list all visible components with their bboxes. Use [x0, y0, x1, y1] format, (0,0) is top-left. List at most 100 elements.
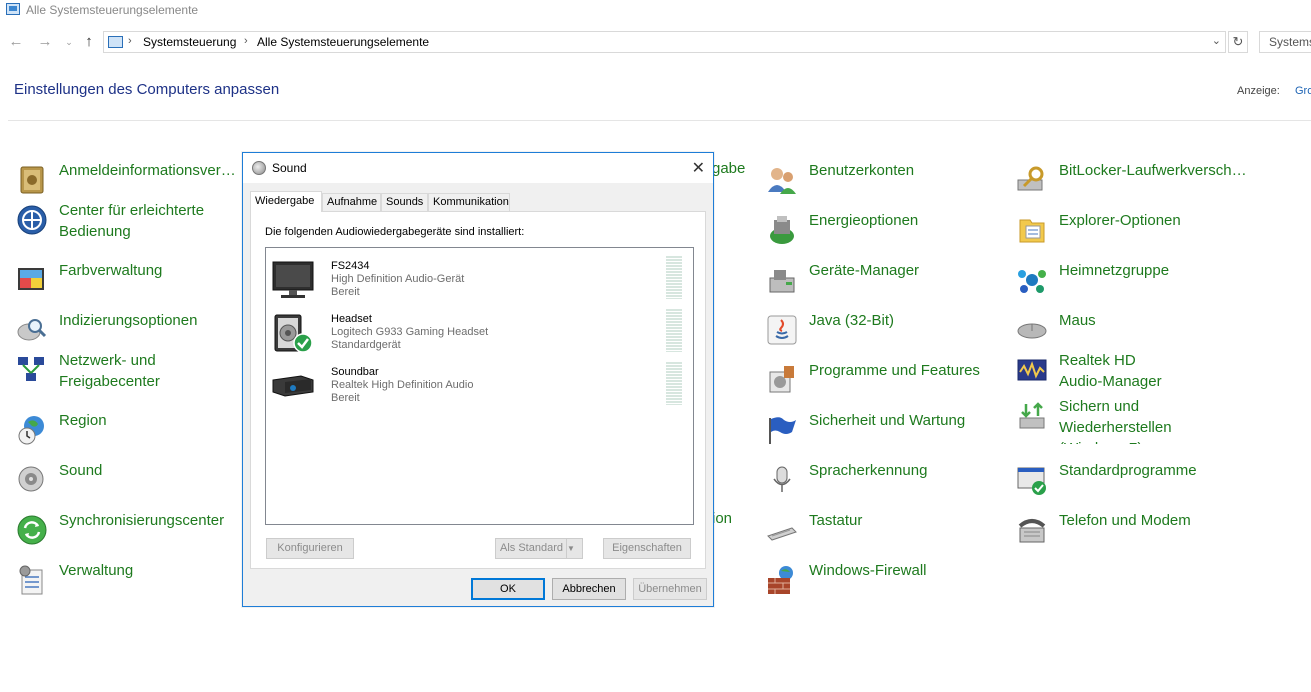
search-input[interactable]: Systems: [1259, 31, 1311, 53]
navigation-bar: ← → ⌄ ↑ › Systemsteuerung › Alle Systems…: [0, 30, 1311, 54]
device-name: Headset: [331, 313, 372, 325]
item-ease-of-access[interactable]: Center für erleichterte Bedienung: [16, 200, 246, 250]
power-options-icon: [770, 216, 794, 244]
color-management-icon: [18, 268, 44, 290]
item-administration[interactable]: Verwaltung: [16, 560, 246, 610]
address-dropdown-icon[interactable]: ⌄: [1212, 34, 1221, 47]
item-java[interactable]: Java (32-Bit): [766, 310, 1006, 360]
speaker-default-icon: [274, 314, 313, 353]
item-default-programs[interactable]: Standardprogramme: [1016, 460, 1296, 510]
cancel-button[interactable]: Abbrechen: [552, 578, 626, 600]
item-label: Indizierungsoptionen: [59, 312, 198, 329]
item-label: Anmeldeinformationsver…: [59, 162, 236, 179]
address-bar[interactable]: › Systemsteuerung › Alle Systemsteuerung…: [103, 31, 1226, 53]
item-label-partial[interactable]: ion: [712, 510, 732, 527]
item-label: Programme und Features: [809, 362, 980, 379]
bitlocker-icon: [1017, 166, 1044, 191]
forward-arrow-icon[interactable]: →: [36, 32, 54, 52]
sync-center-icon: [17, 515, 47, 545]
item-label: Windows-Firewall: [809, 562, 927, 579]
item-user-accounts[interactable]: Benutzerkonten: [766, 160, 1006, 210]
device-list-item[interactable]: Soundbar Realtek High Definition Audio B…: [266, 360, 693, 412]
panel-heading: Die folgenden Audiowiedergabegeräte sind…: [265, 226, 525, 238]
item-security-maintenance[interactable]: Sicherheit und Wartung: [766, 410, 1006, 460]
breadcrumb-separator-icon[interactable]: ›: [244, 35, 248, 47]
speech-recognition-icon: [773, 466, 791, 492]
item-speech-recognition[interactable]: Spracherkennung: [766, 460, 1006, 510]
control-panel-icon: [108, 36, 123, 48]
item-homegroup[interactable]: Heimnetzgruppe: [1016, 260, 1296, 310]
dialog-titlebar[interactable]: Sound ✕: [243, 153, 713, 183]
item-sync-center[interactable]: Synchronisierungscenter: [16, 510, 246, 560]
device-description: Realtek High Definition Audio: [331, 379, 474, 391]
item-label: Region: [59, 412, 107, 429]
soundbar-icon: [272, 375, 314, 397]
item-label: Standardprogramme: [1059, 462, 1197, 479]
item-realtek-audio[interactable]: Realtek HD Audio-Manager: [1016, 350, 1296, 400]
device-list[interactable]: FS2434 High Definition Audio-Gerät Berei…: [265, 247, 694, 525]
item-power-options[interactable]: Energieoptionen: [766, 210, 1006, 260]
programs-features-icon: [769, 366, 794, 393]
device-status: Standardgerät: [331, 339, 401, 351]
recent-locations-chevron-icon[interactable]: ⌄: [60, 32, 78, 52]
security-maintenance-icon: [769, 417, 796, 444]
item-label: Explorer-Optionen: [1059, 212, 1181, 229]
user-accounts-icon: [768, 168, 796, 194]
item-label: Benutzerkonten: [809, 162, 915, 179]
configure-button[interactable]: Konfigurieren: [266, 538, 354, 559]
mouse-icon: [1017, 323, 1047, 339]
device-list-item[interactable]: Headset Logitech G933 Gaming Headset Sta…: [266, 307, 693, 359]
properties-button[interactable]: Eigenschaften: [603, 538, 691, 559]
device-description: Logitech G933 Gaming Headset: [331, 326, 489, 338]
item-network-center[interactable]: Netzwerk- und Freigabecenter: [16, 350, 246, 400]
tab-communication[interactable]: Kommunikation: [428, 193, 510, 211]
item-label: Sichern und Wiederherstellen (Windows 7): [1059, 398, 1172, 444]
tab-recording[interactable]: Aufnahme: [322, 193, 381, 211]
breadcrumb-separator-icon[interactable]: ›: [128, 35, 132, 47]
item-device-manager[interactable]: Geräte-Manager: [766, 260, 1006, 310]
tab-playback[interactable]: Wiedergabe: [250, 191, 322, 212]
item-bitlocker[interactable]: BitLocker-Laufwerkversch…: [1016, 160, 1296, 210]
item-firewall[interactable]: Windows-Firewall: [766, 560, 1006, 610]
set-default-button[interactable]: Als Standard ▼: [495, 538, 583, 559]
control-panel-icon: [6, 3, 20, 15]
item-phone-modem[interactable]: Telefon und Modem: [1016, 510, 1296, 560]
close-icon[interactable]: ✕: [692, 158, 705, 178]
ok-button[interactable]: OK: [471, 578, 545, 600]
item-programs-features[interactable]: Programme und Features: [766, 360, 1006, 410]
item-label: Netzwerk- und Freigabecenter: [59, 352, 160, 390]
item-color-management[interactable]: Farbverwaltung: [16, 260, 246, 310]
device-list-item[interactable]: FS2434 High Definition Audio-Gerät Berei…: [266, 254, 693, 306]
breadcrumb-systemsteuerung[interactable]: Systemsteuerung: [143, 35, 236, 49]
up-arrow-icon[interactable]: ↑: [80, 32, 98, 52]
device-status: Bereit: [331, 392, 360, 404]
item-label-partial[interactable]: gabe: [712, 160, 745, 177]
homegroup-icon: [1018, 270, 1046, 293]
item-label: Heimnetzgruppe: [1059, 262, 1170, 279]
device-name: FS2434: [331, 260, 370, 272]
volume-meter: [666, 256, 682, 299]
default-programs-icon: [1017, 467, 1046, 495]
refresh-icon[interactable]: ↻: [1228, 31, 1248, 53]
item-sound[interactable]: Sound: [16, 460, 246, 510]
apply-button[interactable]: Übernehmen: [633, 578, 707, 600]
item-label: Java (32-Bit): [809, 312, 895, 329]
sound-icon: [252, 161, 266, 175]
back-arrow-icon[interactable]: ←: [7, 32, 25, 52]
realtek-audio-icon: [1017, 359, 1047, 381]
dropdown-arrow-icon[interactable]: ▼: [566, 539, 582, 558]
item-keyboard[interactable]: Tastatur: [766, 510, 1006, 560]
view-selector[interactable]: Gro: [1295, 85, 1311, 97]
item-backup-restore[interactable]: Sichern und Wiederherstellen (Windows 7): [1016, 396, 1296, 444]
device-name: Soundbar: [331, 366, 379, 378]
ease-of-access-icon: [17, 205, 47, 235]
item-region[interactable]: Region: [16, 410, 246, 460]
item-label: Farbverwaltung: [59, 262, 163, 279]
phone-modem-icon: [1018, 519, 1046, 543]
item-explorer-options[interactable]: Explorer-Optionen: [1016, 210, 1296, 260]
sound-dialog: Sound ✕ Wiedergabe Aufnahme Sounds Kommu…: [242, 152, 714, 607]
breadcrumb-all-items[interactable]: Alle Systemsteuerungselemente: [257, 35, 429, 49]
item-label: Verwaltung: [59, 562, 134, 579]
item-label: Telefon und Modem: [1059, 512, 1191, 529]
tab-sounds[interactable]: Sounds: [381, 193, 428, 211]
